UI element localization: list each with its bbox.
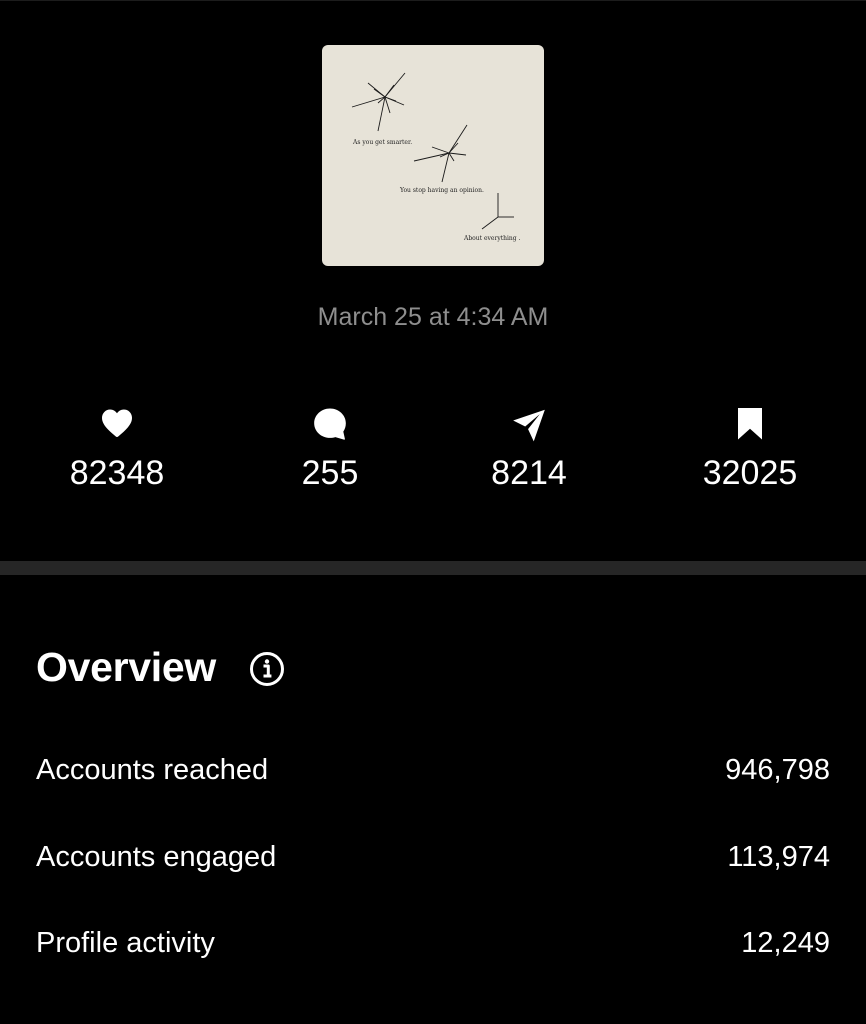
thumbnail-line-1: As you get smarter. — [353, 139, 413, 146]
metric-label: Profile activity — [36, 927, 215, 959]
metric-value: 113,974 — [727, 841, 830, 873]
shares-count: 8214 — [491, 454, 567, 492]
likes-stat: 82348 — [37, 405, 197, 493]
metric-row-accounts-engaged[interactable]: Accounts engaged 113,974 — [36, 837, 830, 877]
metric-label: Accounts engaged — [36, 841, 277, 873]
comment-icon — [250, 405, 410, 445]
saves-stat: 32025 — [670, 405, 830, 493]
metric-row-profile-activity[interactable]: Profile activity 12,249 — [36, 923, 830, 963]
section-divider — [0, 561, 866, 575]
comments-count: 255 — [301, 454, 359, 492]
post-thumbnail[interactable]: As you get smarter. You stop having an o… — [322, 45, 544, 266]
insights-screen: As you get smarter. You stop having an o… — [0, 0, 866, 1024]
saves-count: 32025 — [702, 454, 798, 492]
thumbnail-illustration — [351, 72, 514, 230]
post-timestamp: March 25 at 4:34 AM — [317, 303, 549, 331]
comments-stat: 255 — [250, 405, 410, 493]
metric-value: 12,249 — [741, 927, 830, 959]
shares-stat: 8214 — [449, 405, 609, 493]
overview-title: Overview — [36, 644, 216, 690]
top-border — [0, 0, 866, 1]
thumbnail-line-2: You stop having an opinion. — [400, 187, 484, 194]
metric-row-accounts-reached[interactable]: Accounts reached 946,798 — [36, 750, 830, 790]
bookmark-icon — [670, 405, 830, 445]
metric-value: 946,798 — [725, 754, 830, 786]
metric-label: Accounts reached — [36, 754, 269, 786]
thumbnail-line-3: About everything . — [464, 235, 521, 242]
heart-icon — [37, 405, 197, 445]
send-icon — [449, 405, 609, 445]
likes-count: 82348 — [69, 454, 165, 492]
info-icon[interactable] — [249, 651, 285, 687]
